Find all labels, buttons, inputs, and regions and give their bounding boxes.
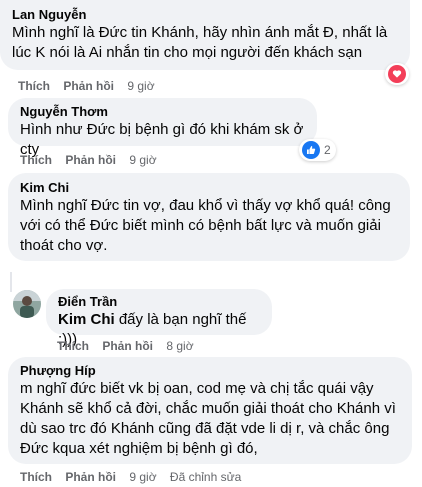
comment-text-line: Đức kqua xét nghiệm bị bệnh gì đó, <box>20 440 258 457</box>
comment-text-line: Mình nghĩ là Đức tin Khánh, hãy nhìn ánh… <box>12 24 388 41</box>
edited-label: Đã chỉnh sửa <box>169 470 242 484</box>
comment-text-line: dù sao trc đó Khánh cũng đã đặt vde li d… <box>20 420 390 437</box>
comment-text-line: m nghĩ đức biết vk bị oan, cod mẹ và chị… <box>20 380 374 397</box>
comment-bubble-nguyen-thom: Nguyễn Thơm Hình như Đức bị bệnh gì đó k… <box>8 98 317 158</box>
reply-bubble-dien-tran: Điển Trần Kim Chi đấy là bạn nghĩ thế :)… <box>46 289 272 348</box>
comment-author[interactable]: Phượng Híp <box>20 363 400 379</box>
heart-icon <box>388 65 406 83</box>
avatar[interactable] <box>13 290 41 318</box>
comment-bubble-kim-chi: Kim Chi Mình nghĩ Đức tin vợ, đau khổ vì… <box>8 173 410 261</box>
comment-text-line: lúc K nói là Ai nhắn tin cho mọi người đ… <box>12 44 363 61</box>
comment-bubble-phuong-hip: Phượng Híp m nghĩ đức biết vk bị oan, co… <box>8 357 412 464</box>
reply-button[interactable]: Phản hồi <box>65 470 116 484</box>
reply-button[interactable]: Phản hồi <box>63 79 114 93</box>
reply-button[interactable]: Phản hồi <box>65 153 116 167</box>
like-button[interactable]: Thích <box>18 79 50 93</box>
comment-author[interactable]: Lan Nguyễn <box>12 7 398 23</box>
comment-actions: Thích Phản hồi 9 giờ <box>18 78 165 94</box>
comment-author[interactable]: Kim Chi <box>20 180 398 196</box>
reply-thread-line <box>10 272 12 292</box>
comment-timestamp[interactable]: 9 giờ <box>129 470 156 484</box>
comment-timestamp[interactable]: 9 giờ <box>127 79 154 93</box>
comment-timestamp[interactable]: 9 giờ <box>129 153 156 167</box>
like-button[interactable]: Thích <box>57 339 89 353</box>
reaction-badge[interactable]: 2 <box>299 139 336 161</box>
like-button[interactable]: Thích <box>20 153 52 167</box>
reaction-badge[interactable] <box>385 63 409 85</box>
reaction-count: 2 <box>324 143 331 157</box>
comment-author[interactable]: Điển Trần <box>58 294 260 310</box>
mention-link[interactable]: Kim Chi <box>58 311 115 328</box>
comment-actions: Thích Phản hồi 9 giờ <box>20 152 167 168</box>
like-icon <box>302 141 320 159</box>
comment-text-line: Khánh sẽ khổ cả đời, chắc muốn giải thoá… <box>20 400 396 417</box>
comment-text-line: Mình nghĩ Đức tin vợ, đau khổ vì thấy vợ… <box>20 197 391 214</box>
comment-bubble-lan-nguyen: Lan Nguyễn Mình nghĩ là Đức tin Khánh, h… <box>0 0 410 70</box>
like-button[interactable]: Thích <box>20 470 52 484</box>
comment-timestamp[interactable]: 8 giờ <box>166 339 193 353</box>
comment-actions: Thích Phản hồi 8 giờ <box>57 338 204 354</box>
reply-button[interactable]: Phản hồi <box>102 339 153 353</box>
comment-text-line: thoát cho vợ. <box>20 237 108 254</box>
comment-author[interactable]: Nguyễn Thơm <box>20 104 305 120</box>
comment-text-line: với có thể Đức biết mình có bệnh bất lực… <box>20 217 381 234</box>
comment-actions: Thích Phản hồi 9 giờ Đã chỉnh sửa <box>20 469 251 485</box>
